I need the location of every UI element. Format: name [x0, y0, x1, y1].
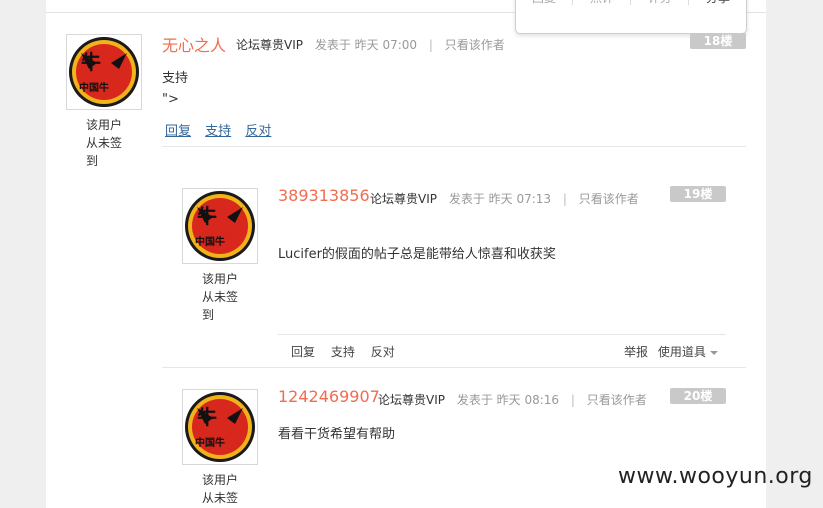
post-meta: 论坛尊贵VIP 发表于 昨天 07:00 | 只看该作者 [236, 36, 505, 53]
support-link[interactable]: 支持 [205, 124, 231, 139]
post-meta: 论坛尊贵VIP 发表于 昨天 08:16 | 只看该作者 [378, 391, 647, 408]
pipe-separator: | [428, 38, 433, 52]
comment-menu-item[interactable]: 点评 [590, 0, 614, 6]
separator [688, 0, 689, 5]
only-author-link[interactable]: 只看该作者 [579, 192, 639, 206]
avatar[interactable]: 牛 中国牛 [182, 188, 258, 264]
svg-text:中国牛: 中国牛 [195, 436, 225, 449]
signin-line: 到 [86, 154, 99, 168]
reply-link[interactable]: 回复 [291, 345, 315, 359]
avatar[interactable]: 牛 中国牛 [66, 34, 142, 110]
divider [278, 334, 726, 335]
signin-status: 该用户 从未签 到 [202, 270, 262, 324]
content-line: "> [162, 92, 179, 107]
support-link[interactable]: 支持 [331, 345, 355, 359]
svg-text:牛: 牛 [81, 50, 101, 74]
separator [630, 0, 631, 5]
bull-logo-avatar-icon: 牛 中国牛 [185, 392, 255, 462]
only-author-link[interactable]: 只看该作者 [445, 38, 505, 52]
floating-post-toolbar: 回复 点评 评分 分享 [515, 0, 747, 34]
bull-logo-avatar-icon: 牛 中国牛 [185, 191, 255, 261]
signin-status: 该用户 从未签 到 [86, 116, 146, 170]
post-actions: 回复 支持 反对 [291, 343, 407, 360]
chevron-down-icon [709, 350, 718, 355]
use-tool-label: 使用道具 [657, 345, 706, 359]
floor-badge[interactable]: 18楼 [690, 33, 746, 49]
user-rank: 论坛尊贵VIP [370, 192, 437, 206]
post-time: 发表于 昨天 07:13 [448, 192, 552, 206]
pipe-separator: | [570, 393, 575, 407]
post-time: 发表于 昨天 08:16 [456, 393, 560, 407]
signin-line: 从未签 [202, 491, 239, 505]
post-content: 支持 "> [162, 68, 188, 110]
avatar[interactable]: 牛 中国牛 [182, 389, 258, 465]
post-content: 看看干货希望有帮助 [278, 424, 395, 445]
signin-line: 该用户 [202, 473, 239, 487]
svg-text:牛: 牛 [197, 405, 217, 429]
oppose-link[interactable]: 反对 [371, 345, 395, 359]
divider [162, 146, 746, 147]
post-meta: 论坛尊贵VIP 发表于 昨天 07:13 | 只看该作者 [370, 190, 639, 207]
floor-badge[interactable]: 19楼 [670, 186, 726, 202]
user-rank: 论坛尊贵VIP [236, 38, 303, 52]
author-name[interactable]: 1242469907 [278, 387, 380, 406]
divider [162, 367, 746, 368]
signin-line: 从未签 [202, 290, 239, 304]
author-name[interactable]: 389313856 [278, 186, 370, 205]
floor-badge[interactable]: 20楼 [670, 388, 726, 404]
post-actions: 回复 支持 反对 [165, 120, 281, 139]
content-line: 支持 [162, 71, 189, 86]
report-link[interactable]: 举报 [624, 345, 648, 359]
signin-line: 该用户 [202, 272, 239, 286]
signin-line: 到 [202, 308, 215, 322]
signin-status: 该用户 从未签 [202, 471, 262, 507]
post-time: 发表于 昨天 07:00 [314, 38, 418, 52]
svg-text:中国牛: 中国牛 [79, 81, 109, 94]
share-menu-item[interactable]: 分享 [706, 0, 730, 6]
separator [572, 0, 573, 5]
author-name[interactable]: 无心之人 [162, 32, 226, 56]
svg-text:牛: 牛 [197, 204, 217, 228]
pipe-separator: | [562, 192, 567, 206]
post-tools: 举报 使用道具 [624, 343, 718, 360]
reply-link[interactable]: 回复 [165, 124, 191, 139]
post-content: Lucifer的假面的帖子总是能带给人惊喜和收获奖 [278, 244, 556, 265]
signin-line: 该用户 [86, 118, 123, 132]
content-line: Lucifer的假面的帖子总是能带给人惊喜和收获奖 [278, 247, 556, 262]
only-author-link[interactable]: 只看该作者 [587, 393, 647, 407]
watermark: www.wooyun.org [618, 464, 813, 489]
signin-line: 从未签 [86, 136, 123, 150]
svg-text:中国牛: 中国牛 [195, 235, 225, 248]
reply-menu-item[interactable]: 回复 [532, 0, 556, 6]
bull-logo-avatar-icon: 牛 中国牛 [69, 37, 139, 107]
user-rank: 论坛尊贵VIP [378, 393, 445, 407]
oppose-link[interactable]: 反对 [245, 124, 271, 139]
content-line: 看看干货希望有帮助 [278, 427, 396, 442]
rate-menu-item[interactable]: 评分 [648, 0, 672, 6]
use-tool-dropdown[interactable]: 使用道具 [658, 345, 718, 359]
